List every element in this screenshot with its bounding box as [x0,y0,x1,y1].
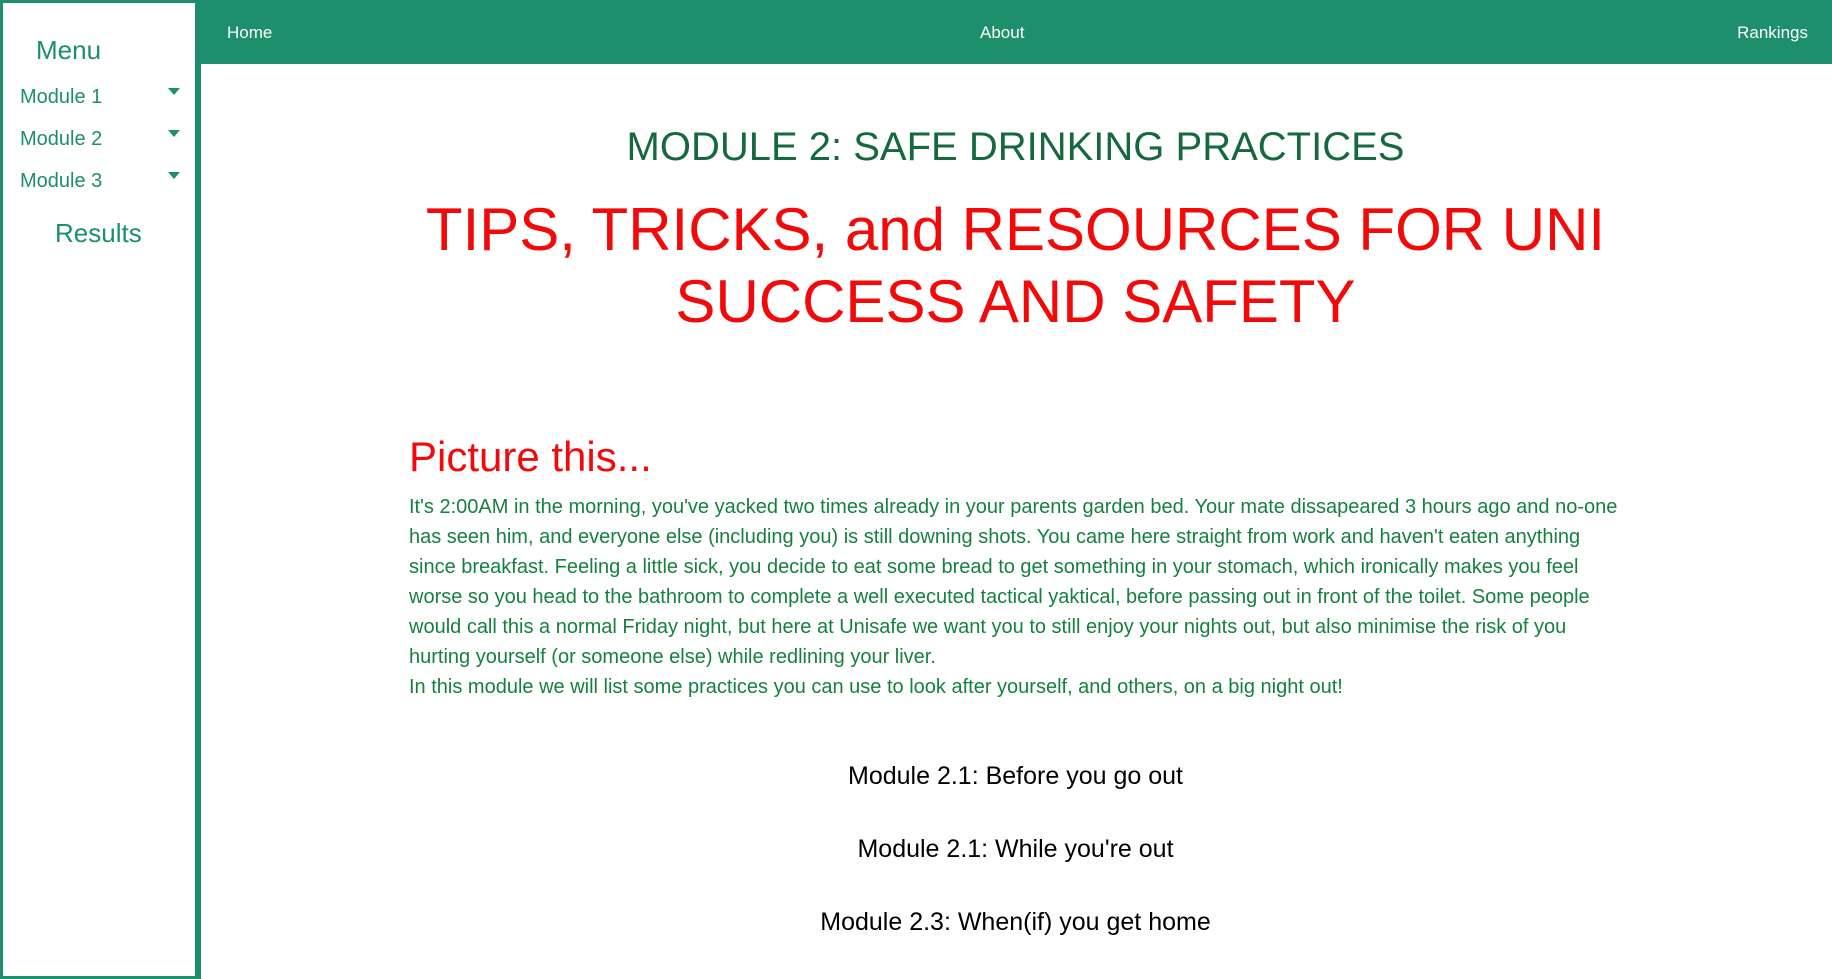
submodule-link-while-youre-out[interactable]: Module 2.1: While you're out [199,835,1832,864]
module-title: MODULE 2: SAFE DRINKING PRACTICES [626,125,1405,169]
sidebar-item-label: Module 3 [20,170,103,192]
nav-about-link[interactable]: About [980,23,1024,43]
sidebar-item-label: Module 1 [20,86,103,108]
nav-rankings-link[interactable]: Rankings [1737,23,1808,43]
sidebar-item-module-3[interactable]: Module 3 [20,170,185,202]
submodule-link-before-you-go-out[interactable]: Module 2.1: Before you go out [199,762,1832,791]
sidebar-item-results[interactable]: Results [55,218,142,249]
section-heading: Picture this... [409,433,652,480]
nav-home-link[interactable]: Home [227,23,272,43]
sidebar-item-label: Module 2 [20,128,103,150]
intro-line: In this module we will list some practic… [409,676,1343,698]
caret-down-icon [168,88,180,95]
sidebar-item-module-2[interactable]: Module 2 [20,128,185,160]
menu-title: Menu [36,35,102,65]
story-paragraph: It's 2:00AM in the morning, you've yacke… [409,496,1618,668]
submodule-link-when-you-get-home[interactable]: Module 2.3: When(if) you get home [199,908,1832,937]
top-navigation-bar: Home About Rankings [199,0,1832,64]
caret-down-icon [168,130,180,137]
sidebar: Menu Module 1 Module 2 Module 3 Results [0,0,201,979]
caret-down-icon [168,172,180,179]
tips-title: TIPS, TRICKS, and RESOURCES FOR UNI SUCC… [425,196,1606,335]
main-content: MODULE 2: SAFE DRINKING PRACTICES TIPS, … [199,64,1832,979]
story-text: It's 2:00AM in the morning, you've yacke… [409,492,1629,702]
sidebar-item-module-1[interactable]: Module 1 [20,86,185,118]
